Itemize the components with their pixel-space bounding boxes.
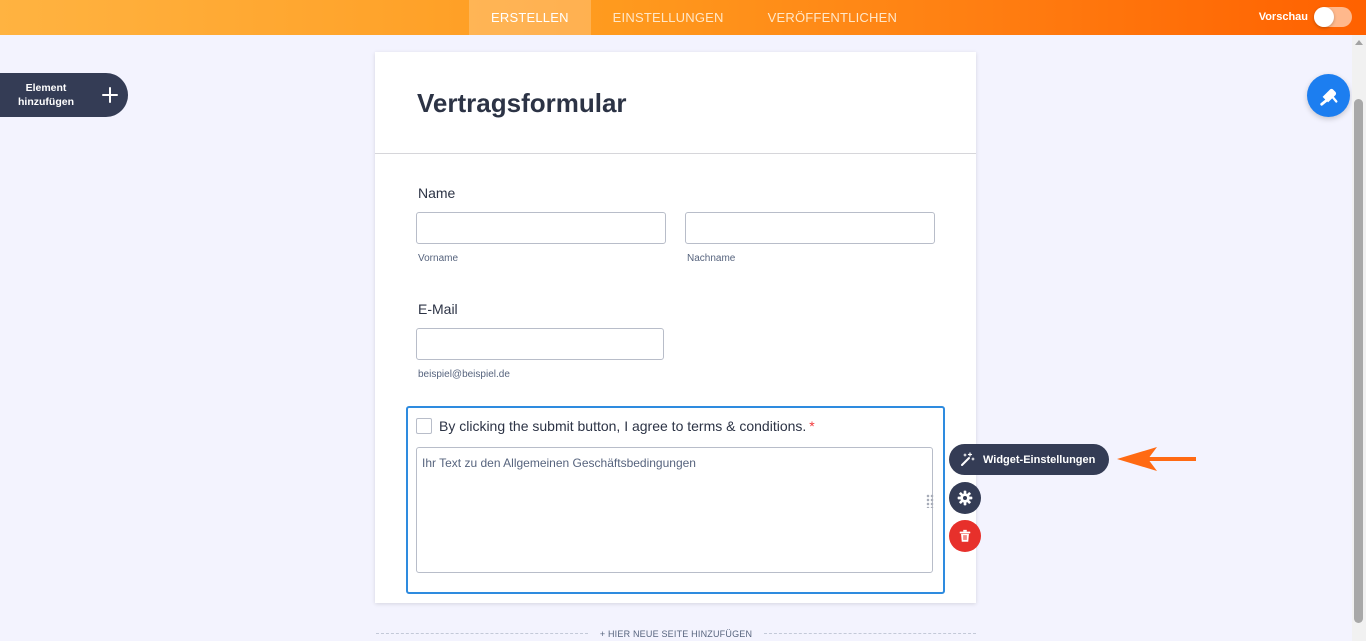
tab-veroeffentlichen[interactable]: VERÖFFENTLICHEN [746,0,919,35]
preview-label: Vorschau [1258,11,1308,23]
magic-wand-icon [961,451,975,466]
email-input[interactable] [416,328,664,360]
widget-settings-label: Widget-Einstellungen [983,453,1096,466]
name-label[interactable]: Name [418,185,455,201]
required-star: * [809,418,815,434]
add-element-label-line2: hinzufügen [18,96,74,108]
builder-tabs: ERSTELLEN EINSTELLUNGEN VERÖFFENTLICHEN [469,0,919,35]
add-element-button[interactable]: Element hinzufügen [0,73,128,117]
terms-text-box[interactable]: Ihr Text zu den Allgemeinen Geschäftsbed… [416,447,933,573]
trash-icon [959,529,971,542]
add-page-divider-left [376,633,588,634]
delete-button[interactable] [949,520,981,552]
add-element-label: Element hinzufügen [0,81,92,109]
terms-widget[interactable]: By clicking the submit button, I agree t… [406,406,945,594]
gear-icon [957,490,973,506]
drag-handle-icon[interactable] [926,494,934,508]
add-element-label-line1: Element [25,82,67,94]
preview-toggle[interactable] [1314,7,1352,27]
terms-label-text: By clicking the submit button, I agree t… [439,418,807,434]
preview-control: Vorschau [1259,7,1352,27]
last-name-sublabel: Nachname [687,253,736,264]
properties-button[interactable] [949,482,981,514]
form-designer-button[interactable] [1307,74,1350,117]
preview-toggle-knob [1314,7,1334,27]
email-sublabel: beispiel@beispiel.de [418,369,510,380]
first-name-input[interactable] [416,212,666,244]
terms-label: By clicking the submit button, I agree t… [439,418,815,434]
tab-erstellen[interactable]: ERSTELLEN [469,0,591,35]
add-page-divider-right [764,633,976,634]
email-label[interactable]: E-Mail [418,301,458,317]
scrollbar-thumb[interactable] [1354,99,1363,623]
first-name-sublabel: Vorname [418,253,459,264]
tab-einstellungen[interactable]: EINSTELLUNGEN [591,0,746,35]
header-divider [375,153,976,154]
page-scrollbar[interactable] [1352,35,1366,641]
add-new-page-link[interactable]: + HIER NEUE SEITE HINZUFÜGEN [594,629,758,639]
orange-arrow-annotation [1117,447,1196,471]
terms-text-content: Ihr Text zu den Allgemeinen Geschäftsbed… [422,456,696,470]
scroll-up-arrow-icon[interactable] [1355,40,1363,45]
paint-roller-icon [1319,88,1337,106]
widget-settings-button[interactable]: Widget-Einstellungen [949,444,1109,475]
form-title[interactable]: Vertragsformular [417,88,627,119]
plus-icon [102,87,118,103]
form-card: Vertragsformular Name Vorname Nachname E… [375,52,976,603]
last-name-input[interactable] [685,212,935,244]
terms-checkbox[interactable] [416,418,432,434]
top-navigation-bar: ERSTELLEN EINSTELLUNGEN VERÖFFENTLICHEN … [0,0,1366,35]
